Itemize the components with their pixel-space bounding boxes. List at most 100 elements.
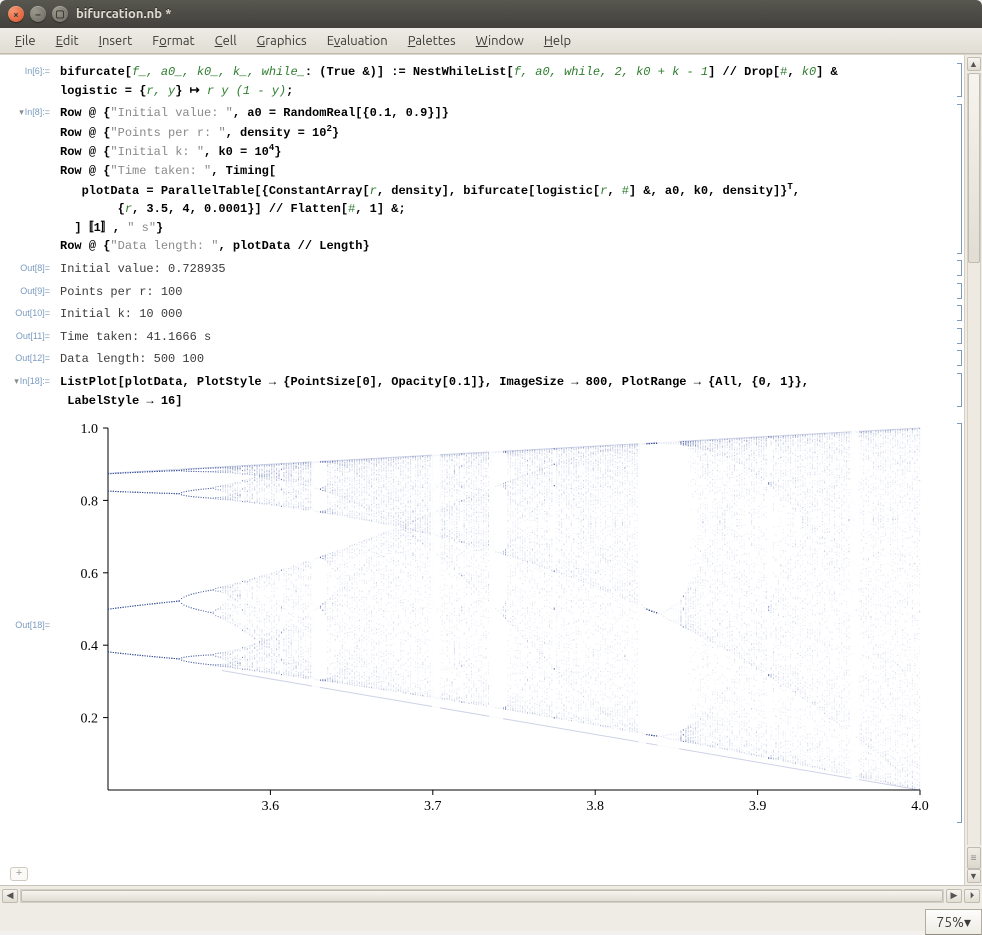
menu-help[interactable]: Help [535, 31, 580, 51]
scroll-down-icon[interactable]: ▼ [967, 869, 981, 883]
cell-bracket[interactable] [950, 328, 964, 344]
code: , Timing[ [211, 164, 276, 178]
menu-edit[interactable]: Edit [47, 31, 88, 51]
maximize-icon[interactable]: ▢ [52, 6, 68, 22]
output-text: Initial k: 10 000 [60, 305, 950, 324]
code: r [125, 202, 132, 216]
code: # [622, 184, 629, 198]
code: , [793, 184, 800, 198]
scrollbar-track[interactable] [967, 73, 981, 845]
code: } [332, 126, 339, 140]
cell-out8[interactable]: Out[8]= Initial value: 0.728935 [0, 260, 964, 279]
code: Row @ { [60, 164, 110, 178]
cell-in8[interactable]: ▾In[8]:= Row @ {"Initial value: ", a0 = … [0, 104, 964, 256]
cell-out12[interactable]: Out[12]= Data length: 500 100 [0, 350, 964, 369]
cell-bracket[interactable] [950, 373, 964, 407]
cell-label-out8: Out[8]= [0, 260, 60, 273]
cell-bracket[interactable] [950, 260, 964, 276]
cell-out9[interactable]: Out[9]= Points per r: 100 [0, 283, 964, 302]
code: "Time taken: " [110, 164, 211, 178]
cell-out11[interactable]: Out[11]= Time taken: 41.1666 s [0, 328, 964, 347]
cell-label-in6: In[6]:= [0, 63, 60, 76]
zoom-value: 75% [936, 914, 964, 930]
scrollbar-thumb[interactable] [968, 73, 980, 263]
menu-cell[interactable]: Cell [206, 31, 246, 51]
cell-bracket[interactable] [950, 283, 964, 299]
cell-content-in18[interactable]: ListPlot[plotData, PlotStyle → {PointSiz… [60, 373, 950, 410]
notebook[interactable]: In[6]:= bifurcate[f_, a0_, k0_, k_, whil… [0, 55, 964, 885]
code: ListPlot[plotData, PlotStyle → {PointSiz… [60, 375, 809, 389]
code: r, y [146, 84, 175, 98]
menu-evaluation[interactable]: Evaluation [318, 31, 397, 51]
menu-window[interactable]: Window [467, 31, 533, 51]
svg-text:3.6: 3.6 [262, 799, 280, 814]
zoom-dropdown[interactable]: 75% ▾ [925, 909, 982, 935]
plot-svg: 3.63.73.83.94.00.20.40.60.81.0 [60, 420, 930, 820]
code: logistic = { [60, 84, 146, 98]
close-icon[interactable]: × [8, 6, 24, 22]
chevron-down-icon[interactable]: ▾ [14, 376, 19, 386]
horizontal-scrollbar[interactable]: ◀ ▶ ⏵ [0, 889, 982, 903]
code: , density = 10 [226, 126, 327, 140]
new-cell-button[interactable]: + [10, 867, 28, 881]
scroll-up-icon[interactable]: ▲ [967, 57, 981, 71]
bottom-bar: ◀ ▶ ⏵ [0, 885, 982, 905]
chevron-down-icon[interactable]: ▾ [19, 107, 24, 117]
scroll-left-icon[interactable]: ◀ [2, 889, 18, 903]
cell-in6[interactable]: In[6]:= bifurcate[f_, a0_, k0_, k_, whil… [0, 63, 964, 100]
code: Row @ { [60, 145, 110, 159]
menu-graphics[interactable]: Graphics [248, 31, 316, 51]
scroll-right-icon[interactable]: ▶ [946, 889, 962, 903]
menu-palettes[interactable]: Palettes [399, 31, 465, 51]
window-titlebar: × – ▢ bifurcation.nb * [0, 0, 982, 28]
menu-file[interactable]: File [6, 31, 45, 51]
code: f_, a0_, k0_, k_, while_ [132, 65, 305, 79]
code: r y (1 - y) [207, 84, 286, 98]
menu-bar: File Edit Insert Format Cell Graphics Ev… [0, 28, 982, 54]
hscrollbar-thumb[interactable] [21, 890, 943, 902]
scroll-right-end-icon[interactable]: ⏵ [964, 889, 980, 903]
output-text: Points per r: 100 [60, 283, 950, 302]
cell-bracket[interactable] [950, 104, 964, 254]
code: ; [286, 84, 293, 98]
code: , 1] &; [355, 202, 405, 216]
cell-bracket[interactable] [950, 423, 964, 823]
cell-out18[interactable]: Out[18]= 3.63.73.83.94.00.20.40.60.81.0 [0, 414, 964, 833]
cell-label-out18: Out[18]= [0, 617, 60, 630]
cell-content-in6[interactable]: bifurcate[f_, a0_, k0_, k_, while_: (Tru… [60, 63, 950, 100]
menu-insert[interactable]: Insert [90, 31, 142, 51]
minimize-icon[interactable]: – [30, 6, 46, 22]
svg-text:0.4: 0.4 [81, 639, 99, 654]
cell-bracket[interactable] [950, 305, 964, 321]
code: { [60, 202, 125, 216]
code: "Data length: " [110, 239, 218, 253]
code: ] &, a0, k0, density]} [629, 184, 787, 198]
code: , 3.5, 4, 0.0001}] // Flatten[ [132, 202, 348, 216]
cell-in18[interactable]: ▾In[18]:= ListPlot[plotData, PlotStyle →… [0, 373, 964, 410]
cell-bracket[interactable] [950, 350, 964, 366]
window-title: bifurcation.nb * [76, 7, 172, 21]
bifurcation-plot[interactable]: 3.63.73.83.94.00.20.40.60.81.0 [60, 420, 950, 827]
code: , plotData // Length} [218, 239, 369, 253]
cell-content-in8[interactable]: Row @ {"Initial value: ", a0 = RandomRea… [60, 104, 950, 256]
code: "Points per r: " [110, 126, 225, 140]
cell-out10[interactable]: Out[10]= Initial k: 10 000 [0, 305, 964, 324]
code: } ↦ [175, 84, 207, 98]
code: " s" [127, 221, 156, 235]
code: , k0 = 10 [204, 145, 269, 159]
cell-label-out11: Out[11]= [0, 328, 60, 341]
hscrollbar-track[interactable] [20, 889, 944, 903]
scrollbar-grip-icon[interactable]: ≡ [967, 847, 981, 869]
code: plotData = ParallelTable[{ConstantArray[ [60, 184, 370, 198]
code: r [370, 184, 377, 198]
vertical-scrollbar[interactable]: ▲ ≡ ▼ [964, 55, 982, 885]
cell-label-out10: Out[10]= [0, 305, 60, 318]
cell-label-in18: ▾In[18]:= [0, 373, 60, 387]
menu-format[interactable]: Format [143, 31, 203, 51]
cell-label-out9: Out[9]= [0, 283, 60, 296]
notebook-wrap: In[6]:= bifurcate[f_, a0_, k0_, k_, whil… [0, 54, 982, 885]
cell-bracket[interactable] [950, 63, 964, 97]
cell-label-in8: ▾In[8]:= [0, 104, 60, 118]
code: , density], bifurcate[logistic[ [377, 184, 600, 198]
svg-text:1.0: 1.0 [81, 422, 99, 437]
